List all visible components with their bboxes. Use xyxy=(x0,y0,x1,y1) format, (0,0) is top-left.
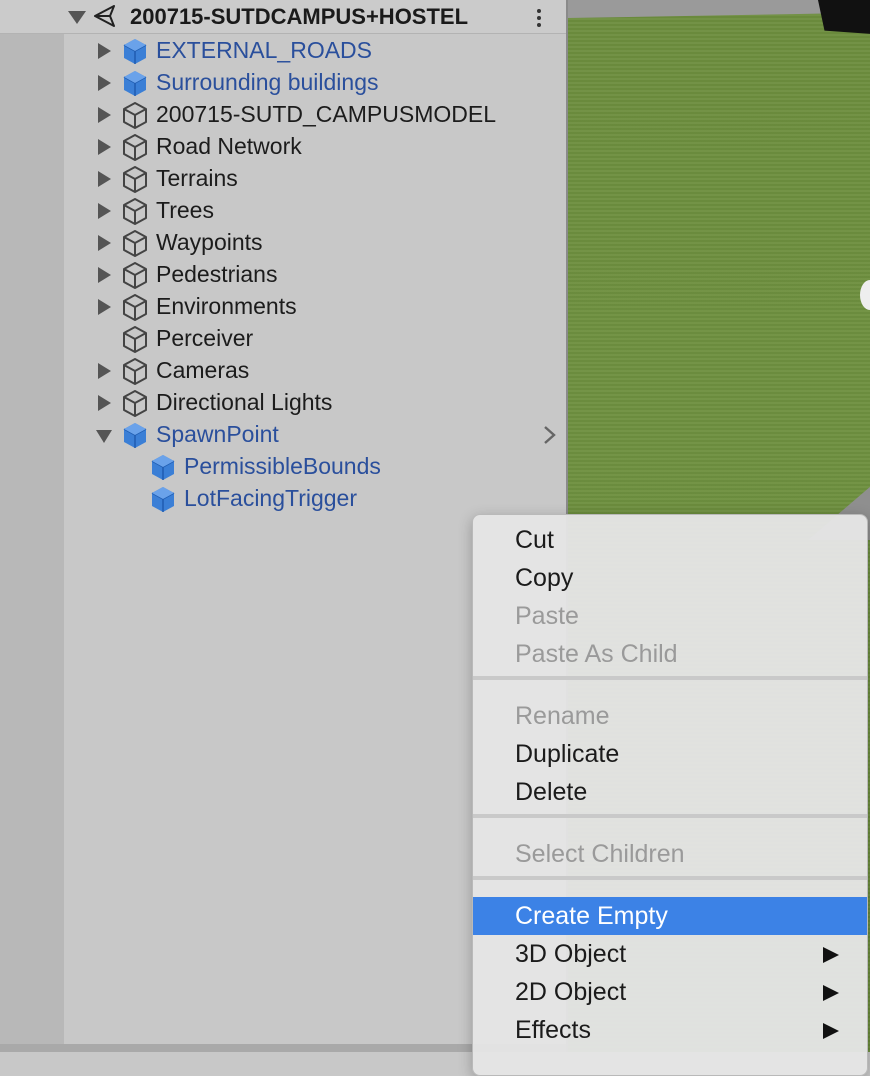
hierarchy-item-label: Environments xyxy=(156,293,297,319)
gameobject-cube-icon xyxy=(121,261,149,289)
gameobject-cube-icon xyxy=(121,101,149,129)
hierarchy-item[interactable]: PermissibleBounds xyxy=(0,450,566,482)
hierarchy-item[interactable]: Pedestrians xyxy=(0,258,566,290)
hierarchy-item[interactable]: EXTERNAL_ROADS xyxy=(0,34,566,66)
gameobject-cube-icon xyxy=(121,293,149,321)
menu-separator xyxy=(473,814,867,818)
more-options-icon[interactable] xyxy=(535,7,543,29)
chevron-right-icon[interactable] xyxy=(540,424,560,446)
menu-item-label: Cut xyxy=(515,526,554,554)
menu-item-label: Paste xyxy=(515,602,579,630)
scene-object-white xyxy=(860,280,870,310)
menu-item-label: Delete xyxy=(515,778,588,806)
scene-title: 200715-SUTDCAMPUS+HOSTEL xyxy=(130,4,469,29)
hierarchy-item[interactable]: LotFacingTrigger xyxy=(0,482,566,514)
collapse-scene-icon[interactable] xyxy=(68,11,86,24)
menu-item-duplicate[interactable]: Duplicate xyxy=(473,735,867,773)
menu-item-2d-object[interactable]: 2D Object xyxy=(473,973,867,1011)
menu-item-rename: Rename xyxy=(473,697,867,735)
expand-arrow-icon[interactable] xyxy=(98,203,111,219)
hierarchy-item[interactable]: Environments xyxy=(0,290,566,322)
collapse-arrow-icon[interactable] xyxy=(96,430,112,443)
menu-item-label: 3D Object xyxy=(515,940,627,968)
hierarchy-item-label: PermissibleBounds xyxy=(184,453,381,479)
prefab-cube-icon xyxy=(149,453,177,481)
gameobject-cube-icon xyxy=(121,389,149,417)
prefab-cube-icon xyxy=(121,37,149,65)
menu-item-label: Rename xyxy=(515,702,610,730)
hierarchy-item[interactable]: Trees xyxy=(0,194,566,226)
gameobject-cube-icon xyxy=(121,229,149,257)
menu-item-delete[interactable]: Delete xyxy=(473,773,867,811)
hierarchy-item-label: Trees xyxy=(156,197,214,223)
menu-item-copy[interactable]: Copy xyxy=(473,559,867,597)
gameobject-cube-icon xyxy=(121,325,149,353)
menu-item-create-empty[interactable]: Create Empty xyxy=(473,897,867,935)
hierarchy-item[interactable]: 200715-SUTD_CAMPUSMODEL xyxy=(0,98,566,130)
menu-item-select-children: Select Children xyxy=(473,835,867,873)
gameobject-cube-icon xyxy=(121,133,149,161)
expand-arrow-icon[interactable] xyxy=(98,75,111,91)
expand-arrow-icon[interactable] xyxy=(98,395,111,411)
expand-arrow-icon[interactable] xyxy=(98,171,111,187)
hierarchy-item-label: Road Network xyxy=(156,133,302,159)
menu-item-label: Paste As Child xyxy=(515,640,678,668)
menu-item-label: 2D Object xyxy=(515,978,627,1006)
menu-item-3d-object[interactable]: 3D Object xyxy=(473,935,867,973)
expand-arrow-icon[interactable] xyxy=(98,363,111,379)
menu-separator xyxy=(473,876,867,880)
hierarchy-item-label: Cameras xyxy=(156,357,250,383)
prefab-cube-icon xyxy=(149,485,177,513)
gameobject-cube-icon xyxy=(121,165,149,193)
hierarchy-item-label: 200715-SUTD_CAMPUSMODEL xyxy=(156,101,497,127)
gameobject-cube-icon xyxy=(121,357,149,385)
hierarchy-item-label: LotFacingTrigger xyxy=(184,485,358,511)
scene-object xyxy=(818,0,870,34)
unity-scene-icon xyxy=(94,5,115,27)
hierarchy-item-label: Waypoints xyxy=(156,229,263,255)
hierarchy-item[interactable]: Road Network xyxy=(0,130,566,162)
menu-item-label: Copy xyxy=(515,564,574,592)
expand-arrow-icon[interactable] xyxy=(98,107,111,123)
hierarchy-item[interactable]: Waypoints xyxy=(0,226,566,258)
submenu-arrow-icon xyxy=(823,947,839,963)
prefab-cube-icon xyxy=(121,69,149,97)
submenu-arrow-icon xyxy=(823,985,839,1001)
hierarchy-item[interactable]: SpawnPoint xyxy=(0,418,566,450)
hierarchy-item-label: Terrains xyxy=(156,165,238,191)
menu-item-label: Create Empty xyxy=(515,902,668,930)
hierarchy-item-label: Surrounding buildings xyxy=(156,69,379,95)
menu-item-label: Duplicate xyxy=(515,740,620,768)
menu-item-paste-as-child: Paste As Child xyxy=(473,635,867,673)
menu-item-paste: Paste xyxy=(473,597,867,635)
hierarchy-item-label: SpawnPoint xyxy=(156,421,279,447)
expand-arrow-icon[interactable] xyxy=(98,139,111,155)
hierarchy-item-label: EXTERNAL_ROADS xyxy=(156,37,373,63)
menu-item-effects[interactable]: Effects xyxy=(473,1011,867,1049)
hierarchy-item-label: Perceiver xyxy=(156,325,254,351)
hierarchy-item[interactable]: Terrains xyxy=(0,162,566,194)
expand-arrow-icon[interactable] xyxy=(98,267,111,283)
prefab-cube-icon xyxy=(121,421,149,449)
expand-arrow-icon[interactable] xyxy=(98,299,111,315)
gameobject-cube-icon xyxy=(121,197,149,225)
hierarchy-item[interactable]: Cameras xyxy=(0,354,566,386)
expand-arrow-icon[interactable] xyxy=(98,235,111,251)
menu-separator xyxy=(473,676,867,680)
submenu-arrow-icon xyxy=(823,1023,839,1039)
hierarchy-item[interactable]: Surrounding buildings xyxy=(0,66,566,98)
hierarchy-item[interactable]: Perceiver xyxy=(0,322,566,354)
context-menu: Cut Copy Paste Paste As Child Rename Duplicat… xyxy=(472,514,868,1076)
hierarchy-item[interactable]: Directional Lights xyxy=(0,386,566,418)
expand-arrow-icon[interactable] xyxy=(98,43,111,59)
menu-item-label: Effects xyxy=(515,1016,591,1044)
menu-item-label: Select Children xyxy=(515,840,685,868)
hierarchy-item-label: Directional Lights xyxy=(156,389,333,415)
scene-header[interactable]: 200715-SUTDCAMPUS+HOSTEL xyxy=(0,0,566,34)
menu-item-cut[interactable]: Cut xyxy=(473,521,867,559)
hierarchy-item-label: Pedestrians xyxy=(156,261,278,287)
